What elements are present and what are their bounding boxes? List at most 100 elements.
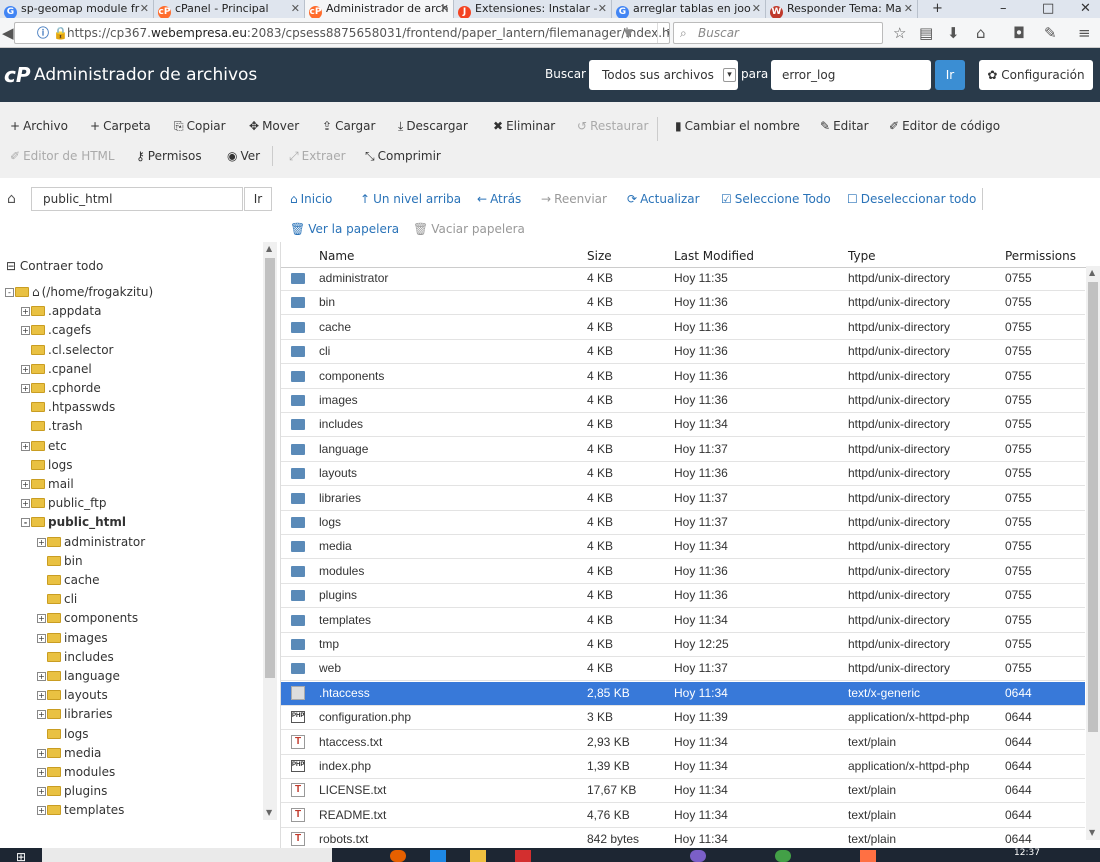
table-row[interactable]: modules 4 KB Hoy 11:36 httpd/unix-directory… (281, 560, 1085, 584)
tree-item[interactable]: + administrator (37, 533, 145, 552)
nav-actualizar-link[interactable]: ⟳ Actualizar (627, 192, 700, 206)
file-explorer-icon[interactable] (470, 850, 486, 862)
toolbar-cargar-button[interactable]: ⇪ Cargar (322, 118, 375, 134)
browser-tab[interactable]: cP cPanel - Principal ✕ (154, 0, 305, 18)
browser-tab[interactable]: Garreglar tablas en joo ✕ (612, 0, 766, 18)
expand-icon[interactable]: + (37, 633, 46, 643)
table-row[interactable]: Thtaccess.txt 2,93 KB Hoy 11:34 text/plain 0… (281, 731, 1085, 755)
tree-item[interactable]: + libraries (37, 705, 112, 724)
browser-tab[interactable]: Gsp-geomap module fr ✕ (0, 0, 154, 18)
tree-item[interactable]: bin (37, 552, 83, 571)
expand-icon[interactable]: + (21, 326, 30, 336)
close-tab-icon[interactable]: ✕ (598, 0, 607, 18)
home-icon[interactable]: ⌂ (7, 191, 16, 207)
home-icon[interactable]: ⌂ (976, 23, 986, 43)
toolbar-mover-button[interactable]: ✥ Mover (249, 118, 299, 134)
column-header-last-modified[interactable]: Last Modified (674, 249, 754, 263)
toolbar-cambiar-el-nombre-button[interactable]: ▮ Cambiar el nombre (675, 118, 800, 134)
browser-tab[interactable]: W Responder Tema: Ma ✕ (766, 0, 918, 18)
close-tab-icon[interactable]: ✕ (904, 0, 913, 18)
expand-icon[interactable]: + (21, 384, 30, 393)
table-row[interactable]: libraries 4 KB Hoy 11:37 httpd/unix-directo… (281, 487, 1085, 511)
scroll-up-icon[interactable]: ▲ (1089, 268, 1095, 277)
table-row[interactable]: templates 4 KB Hoy 11:34 httpd/unix-directo… (281, 609, 1085, 633)
table-row[interactable]: plugins 4 KB Hoy 11:36 httpd/unix-directory… (281, 584, 1085, 609)
collapse-all-link[interactable]: ⊟ Contraer todo (6, 259, 103, 273)
expand-icon[interactable]: + (37, 672, 46, 681)
tree-item[interactable]: includes (37, 648, 114, 667)
tree-item[interactable]: + .appdata (21, 302, 101, 321)
scroll-down-icon[interactable]: ▼ (266, 808, 272, 817)
search-scope-select[interactable]: Todos sus archivos ▾ (589, 60, 738, 90)
toolbar-comprimir-button[interactable]: ⤡ Comprimir (365, 148, 441, 164)
nav-un-nivel-arriba-link[interactable]: ↑ Un nivel arriba (360, 192, 461, 206)
table-row[interactable]: cli 4 KB Hoy 11:36 httpd/unix-directory 0755 (281, 340, 1085, 365)
tree-scrollbar-thumb[interactable] (265, 258, 275, 678)
tree-item[interactable]: logs (21, 456, 73, 475)
toolbar-editar-button[interactable]: ✎ Editar (820, 118, 869, 134)
scroll-down-icon[interactable]: ▼ (1089, 828, 1095, 837)
nav-deseleccionar-todo-link[interactable]: ☐ Deseleccionar todo (847, 192, 976, 206)
list-scrollbar-thumb[interactable] (1088, 282, 1098, 732)
table-row[interactable]: includes 4 KB Hoy 11:34 httpd/unix-director… (281, 413, 1085, 438)
tree-item[interactable]: .cl.selector (21, 341, 114, 360)
table-row[interactable]: tmp 4 KB Hoy 12:25 httpd/unix-directory 0755 (281, 633, 1085, 657)
nav-atr-s-link[interactable]: ← Atrás (477, 192, 521, 206)
table-row[interactable]: media 4 KB Hoy 11:34 httpd/unix-directory 07… (281, 535, 1085, 560)
taskbar-search-box[interactable] (42, 848, 332, 862)
tree-item[interactable]: - public_html (21, 513, 126, 532)
tree-item[interactable]: + plugins (37, 782, 107, 801)
tree-item[interactable]: + templates (37, 801, 124, 820)
tree-item[interactable]: logs (37, 725, 89, 744)
tree-item[interactable]: - ⌂ (/home/frogakzitu) (5, 283, 153, 302)
expand-icon[interactable]: + (37, 691, 46, 701)
expand-icon[interactable]: + (21, 499, 30, 509)
browser-tab[interactable]: J Extensiones: Instalar - ✕ (454, 0, 612, 18)
column-header-type[interactable]: Type (848, 249, 876, 263)
toolbar-permisos-button[interactable]: ⚷ Permisos (136, 148, 202, 164)
column-header-name[interactable]: Name (319, 249, 354, 263)
list-scrollbar[interactable]: ▲ ▼ (1086, 266, 1100, 840)
expand-icon[interactable]: + (21, 364, 30, 374)
new-tab-icon[interactable]: + (932, 0, 943, 18)
close-tab-icon[interactable]: ✕ (291, 0, 300, 18)
tree-item[interactable]: + images (37, 629, 108, 648)
address-bar[interactable]: ⓘ 🔒 https://cp367.webempresa.eu:2083/cps… (14, 22, 670, 44)
windows-start-icon[interactable]: ⊞ (16, 850, 26, 862)
maximize-icon[interactable]: □ (1042, 0, 1054, 18)
expand-icon[interactable]: + (21, 441, 30, 451)
menu-icon[interactable]: ≡ (1078, 23, 1091, 43)
toolbar-ver-button[interactable]: ◉ Ver (227, 148, 260, 164)
tree-item[interactable]: + modules (37, 763, 115, 782)
tree-item[interactable]: + language (37, 667, 120, 686)
table-row[interactable]: PHP configuration.php 3 KB Hoy 11:39 applica… (281, 706, 1085, 731)
close-tab-icon[interactable]: ✕ (752, 0, 761, 18)
column-header-size[interactable]: Size (587, 249, 612, 263)
tree-scrollbar[interactable]: ▲ ▼ (263, 242, 277, 820)
table-row[interactable]: cache 4 KB Hoy 11:36 httpd/unix-directory 07… (281, 316, 1085, 340)
browser-search-input[interactable]: ⌕ Buscar (673, 22, 883, 44)
tree-item[interactable]: + media (37, 744, 101, 763)
expand-icon[interactable]: + (37, 710, 46, 720)
reading-list-icon[interactable]: ▤ (919, 23, 933, 43)
collapse-icon[interactable]: - (21, 518, 30, 528)
firefox-icon[interactable] (390, 850, 406, 862)
tree-item[interactable]: + components (37, 609, 138, 628)
nav-ver-la-papelera-link[interactable]: 🗑 Ver la papelera (290, 222, 399, 236)
expand-icon[interactable]: + (21, 480, 30, 489)
path-go-button[interactable]: Ir (244, 187, 272, 211)
tree-item[interactable]: + public_ftp (21, 494, 106, 513)
table-row[interactable]: web 4 KB Hoy 11:37 httpd/unix-directory 0755 (281, 657, 1085, 682)
close-window-icon[interactable]: ✕ (1080, 0, 1091, 18)
minimize-icon[interactable]: – (1000, 0, 1007, 18)
table-row[interactable]: T LICENSE.txt 17,67 KB Hoy 11:34 text/plain 0… (281, 779, 1085, 804)
table-row[interactable]: PHP index.php 1,39 KB Hoy 11:34 application/… (281, 755, 1085, 779)
browser-tab[interactable]: cP Administrador de arch ✕ (305, 0, 454, 18)
settings-button[interactable]: ✿ Configuración (979, 60, 1093, 90)
close-tab-icon[interactable]: ✕ (440, 0, 449, 18)
table-row[interactable]: layouts 4 KB Hoy 11:36 httpd/unix-directory… (281, 462, 1085, 487)
table-row[interactable]: bin 4 KB Hoy 11:36 httpd/unix-directory 0755 (281, 291, 1085, 316)
table-row[interactable]: logs 4 KB Hoy 11:37 httpd/unix-directory 075… (281, 511, 1085, 535)
path-input[interactable]: public_html (31, 187, 243, 211)
search-query-input[interactable]: error_log (771, 60, 931, 90)
